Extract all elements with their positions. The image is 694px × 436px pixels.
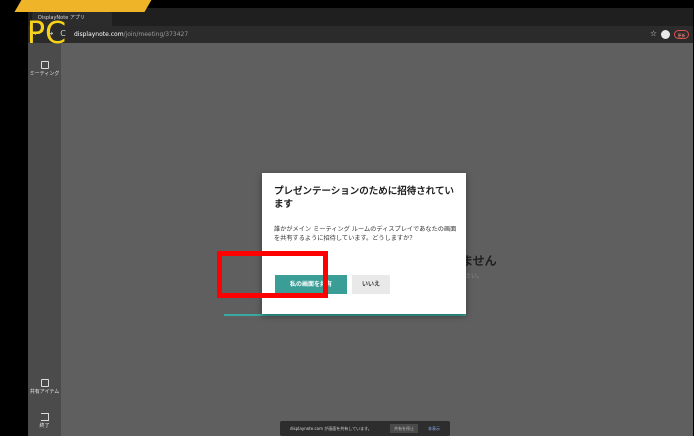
arrow-badge [14,0,160,12]
share-bar-message: displaynote.com が画面を共有しています。 [290,426,372,431]
highlight-box [217,251,328,298]
background-heading: ません [461,254,497,268]
sidebar-item-label: 共有アイテム [29,389,60,395]
screen-share-notification-bar: displaynote.com が画面を共有しています。 共有を停止 非表示 [280,421,450,436]
browser-window: DisplayNote アプリ ← → C displaynote.com/jo… [28,8,693,436]
sidebar-item-label: 終了 [39,423,50,429]
sidebar-item-label: ミーティング [29,71,60,77]
sidebar-item-exit[interactable]: 終了 [28,413,61,429]
update-button[interactable]: 更新 [674,30,689,39]
url-field[interactable]: displaynote.com/join/meeting/373427 [74,29,188,40]
sidebar: ミーティング 共有アイテム 終了 [28,43,61,436]
bookmark-star-icon[interactable]: ☆ [650,28,657,40]
url-path: /join/meeting/373427 [123,31,189,38]
sidebar-item-shared-items[interactable]: 共有アイテム [28,379,61,395]
account-icon[interactable] [661,30,670,39]
present-icon [40,61,49,69]
accent-divider [224,314,466,316]
address-bar: ← → C displaynote.com/join/meeting/37342… [28,26,693,43]
pc-label: PC [27,16,67,51]
decline-button[interactable]: いいえ [352,275,390,294]
stop-sharing-button[interactable]: 共有を停止 [390,424,418,433]
exit-icon [40,413,49,421]
hide-button[interactable]: 非表示 [424,424,444,433]
dialog-message: 誰かがメイン ミーティング ルームのディスプレイであなたの画面を共有するように招… [274,226,457,242]
url-host: displaynote.com [74,31,124,38]
sidebar-item-meeting[interactable]: ミーティング [28,61,61,77]
shared-items-icon [40,379,49,387]
background-subtext: さい。 [465,273,484,280]
dialog-title: プレゼンテーションのために招待されています [274,186,455,210]
